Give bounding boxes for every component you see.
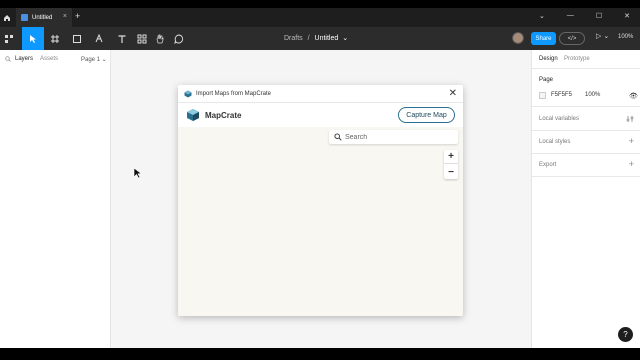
zoom-in-button[interactable]: + — [444, 150, 458, 164]
file-title-chevron-icon[interactable]: ⌄ — [342, 35, 348, 42]
home-icon[interactable] — [0, 8, 14, 27]
zoom-out-button[interactable]: − — [444, 165, 458, 179]
window-controls: ⌄ — ☐ ✕ — [539, 12, 630, 20]
file-title[interactable]: Untitled — [315, 35, 339, 42]
map-view[interactable]: + − — [178, 127, 463, 316]
brand-bar: MapCrate Capture Map — [178, 103, 463, 127]
breadcrumb-drafts[interactable]: Drafts — [284, 35, 303, 42]
page-section-title: Page — [539, 77, 554, 83]
main-menu-icon[interactable] — [4, 31, 14, 46]
resources-tool-icon[interactable] — [137, 31, 147, 46]
app-window: Untitled × + ⌄ — ☐ ✕ Drafts / Untitled ⌄… — [0, 0, 640, 360]
mapcrate-small-icon — [184, 90, 192, 98]
variables-settings-icon[interactable] — [626, 115, 634, 123]
file-tab[interactable]: Untitled × — [16, 8, 72, 27]
dialog-header: Import Maps from MapCrate ✕ — [178, 85, 463, 103]
brand-name: MapCrate — [205, 111, 242, 120]
add-style-icon[interactable]: + — [629, 136, 634, 146]
divider — [532, 153, 640, 154]
map-search-box — [329, 130, 458, 144]
close-tab-icon[interactable]: × — [63, 13, 67, 20]
divider — [532, 106, 640, 107]
divider — [532, 130, 640, 131]
divider — [532, 68, 640, 69]
tabs-dropdown-icon[interactable]: ⌄ — [539, 12, 545, 20]
help-button[interactable]: ? — [618, 327, 633, 342]
page-selector[interactable]: Page 1 ⌄ — [81, 56, 107, 63]
page-color-hex[interactable]: F5F5F5 — [551, 92, 572, 98]
page-color-opacity[interactable]: 100% — [585, 92, 600, 98]
local-styles-label[interactable]: Local styles — [539, 139, 570, 145]
design-panel: Design Prototype Page F5F5F5 100% 👁 Loca… — [531, 50, 640, 348]
main-toolbar: Drafts / Untitled ⌄ Share </> ▷ ⌄ 100% — [0, 27, 640, 50]
share-button[interactable]: Share — [531, 32, 556, 45]
zoom-level[interactable]: 100% — [618, 34, 633, 40]
visibility-icon[interactable]: 👁 — [629, 92, 638, 100]
tab-assets[interactable]: Assets — [40, 56, 58, 62]
title-bar: Untitled × + ⌄ — ☐ ✕ — [0, 8, 640, 27]
text-tool-icon[interactable] — [117, 31, 127, 46]
plugin-dialog: Import Maps from MapCrate ✕ MapCrate Cap… — [178, 85, 463, 316]
pen-tool-icon[interactable] — [94, 31, 104, 46]
mapcrate-logo-icon — [187, 109, 199, 121]
breadcrumb: Drafts / Untitled ⌄ — [284, 34, 348, 42]
mouse-cursor-icon — [133, 167, 143, 179]
close-icon[interactable]: ✕ — [449, 88, 457, 99]
shape-tool-icon[interactable] — [72, 31, 82, 46]
capture-map-button[interactable]: Capture Map — [398, 107, 455, 123]
hand-tool-icon[interactable] — [155, 31, 165, 46]
add-export-icon[interactable]: + — [629, 159, 634, 169]
divider — [532, 176, 640, 177]
export-label[interactable]: Export — [539, 162, 556, 168]
present-button[interactable]: ▷ ⌄ — [596, 32, 609, 40]
figma-file-icon — [21, 14, 28, 21]
tab-design[interactable]: Design — [539, 56, 558, 62]
close-window-icon[interactable]: ✕ — [624, 12, 630, 20]
search-icon — [334, 133, 342, 141]
file-tab-label: Untitled — [32, 14, 53, 21]
avatar[interactable] — [512, 32, 524, 44]
tab-layers[interactable]: Layers — [15, 56, 33, 62]
search-icon[interactable] — [5, 56, 11, 62]
local-variables-label[interactable]: Local variables — [539, 116, 579, 122]
breadcrumb-separator: / — [307, 35, 310, 42]
dev-mode-toggle[interactable]: </> — [559, 32, 585, 45]
minimize-icon[interactable]: — — [567, 12, 574, 20]
map-zoom-control: + − — [444, 150, 458, 179]
layers-panel: Layers Assets Page 1 ⌄ — [0, 50, 111, 348]
comment-tool-icon[interactable] — [174, 31, 184, 46]
frame-tool-icon[interactable] — [50, 31, 60, 46]
tab-prototype[interactable]: Prototype — [564, 56, 590, 62]
dialog-title: Import Maps from MapCrate — [196, 91, 272, 97]
map-search-input[interactable] — [345, 132, 453, 142]
move-tool-button[interactable] — [22, 27, 44, 50]
maximize-icon[interactable]: ☐ — [596, 12, 602, 20]
page-color-swatch[interactable] — [539, 92, 546, 99]
new-tab-button[interactable]: + — [75, 11, 80, 21]
